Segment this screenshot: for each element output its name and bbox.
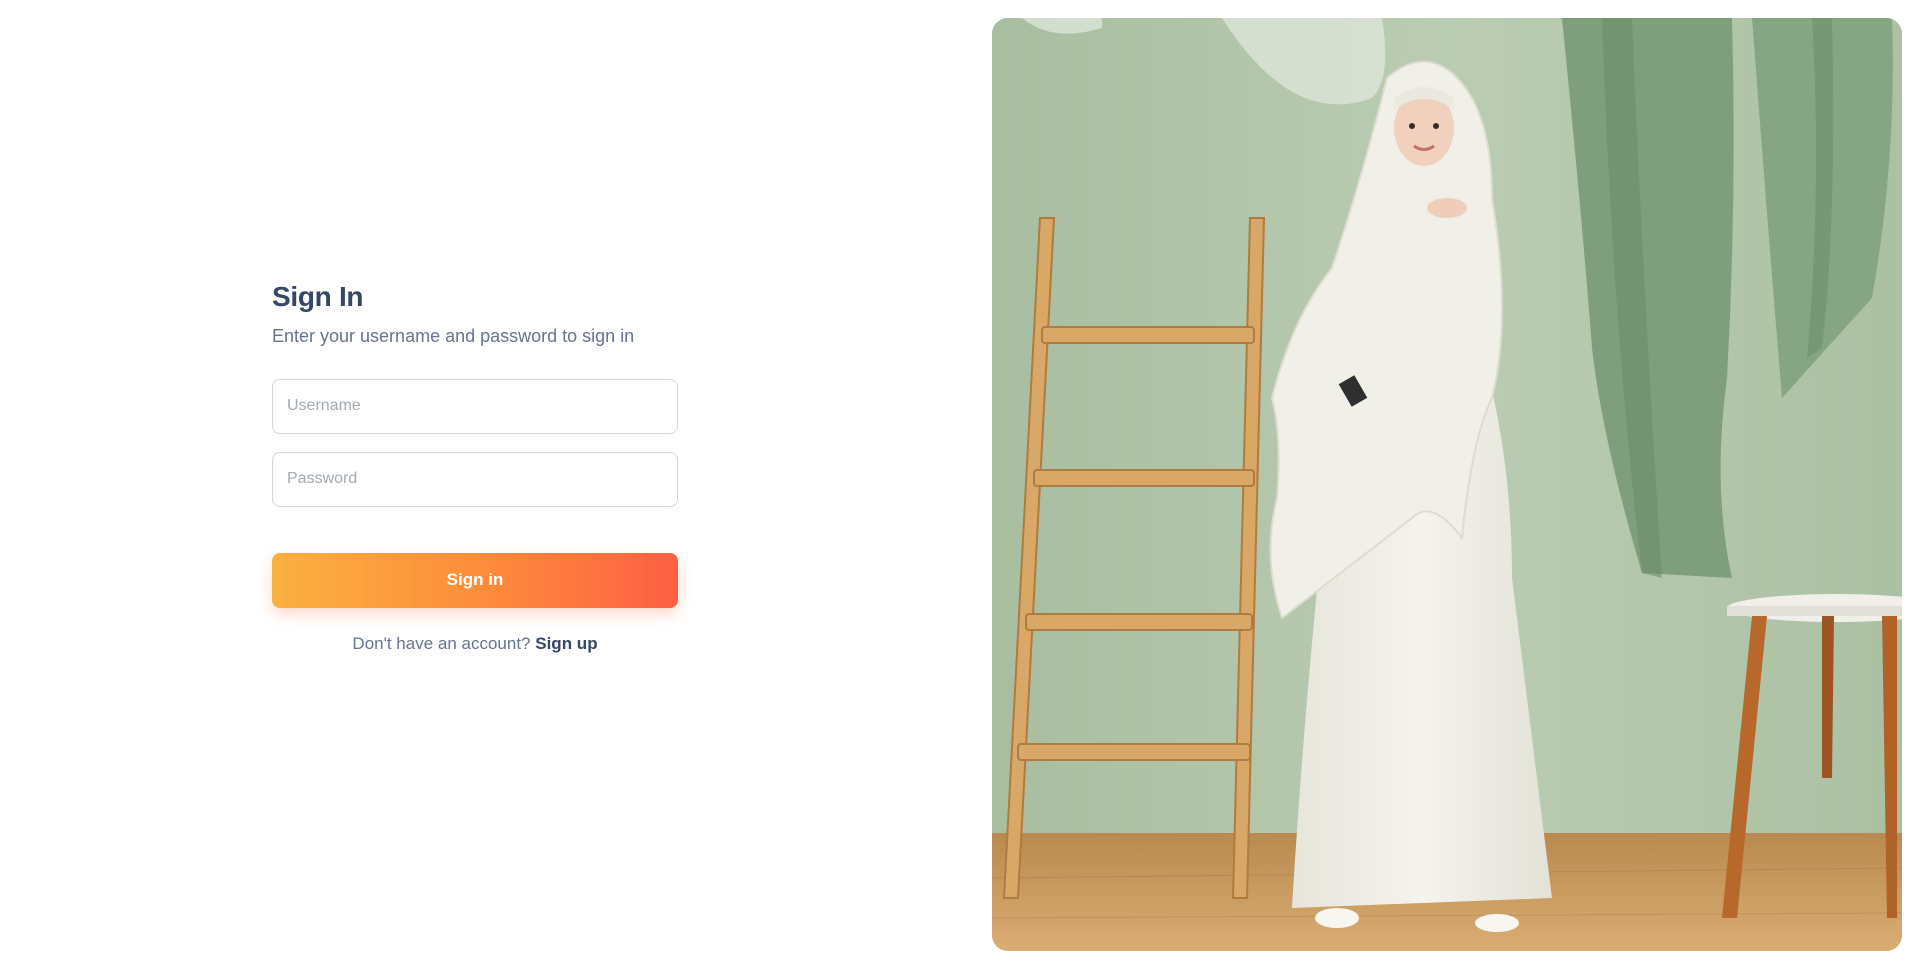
username-input[interactable] — [272, 378, 678, 434]
password-input[interactable] — [272, 451, 678, 507]
fashion-model-photo-icon — [992, 18, 1902, 951]
page-title: Sign In — [272, 281, 364, 312]
hero-image — [992, 18, 1902, 951]
sign-in-button[interactable]: Sign in — [272, 552, 678, 608]
signup-prompt: Don't have an account? Sign up — [272, 634, 678, 654]
page-subtitle: Enter your username and password to sign… — [272, 325, 635, 346]
sign-in-page: Sign In Enter your username and password… — [0, 0, 1920, 969]
sign-in-form: Sign In Enter your username and password… — [272, 280, 678, 654]
signup-link[interactable]: Sign up — [535, 634, 597, 653]
signup-prompt-text: Don't have an account? — [352, 633, 531, 653]
